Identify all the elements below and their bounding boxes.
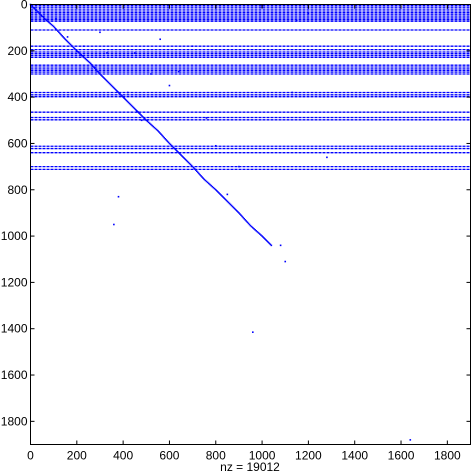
diagonal-point [270, 244, 273, 247]
x-tick-label: 1400 [341, 449, 368, 463]
y-tick-label: 1800 [1, 414, 28, 428]
scatter-point [140, 119, 143, 122]
scatter-point [226, 193, 229, 196]
x-tick-label: 1800 [434, 449, 461, 463]
x-tick-label: 600 [159, 449, 179, 463]
scatter-point [252, 331, 254, 333]
scatter-point [82, 45, 85, 47]
plot-marks [29, 3, 471, 441]
scatter-point [205, 117, 208, 119]
y-tick-label: 0 [21, 0, 28, 12]
y-tick-label: 200 [7, 44, 27, 58]
scatter-point [326, 156, 328, 159]
scatter-point [106, 52, 108, 54]
y-tick-label: 1200 [1, 275, 28, 289]
y-tick-label: 800 [7, 183, 27, 197]
x-tick-label: 1200 [295, 449, 322, 463]
x-tick-label: 0 [27, 449, 34, 463]
x-tick-label: 400 [113, 449, 133, 463]
scatter-point [150, 73, 152, 75]
scatter-point [38, 7, 41, 9]
scatter-point [113, 223, 115, 226]
scatter-point [279, 244, 282, 247]
scatter-point [307, 12, 310, 15]
scatter-point [296, 19, 298, 22]
y-axis: 0 200 400 600 800 1000 1200 1400 1600 1800 [1, 0, 471, 428]
scatter-point [55, 17, 57, 20]
y-tick-label: 1600 [1, 368, 28, 382]
y-tick-label: 1400 [1, 322, 28, 336]
scatter-point [117, 195, 120, 198]
x-tick-label: 1600 [388, 449, 415, 463]
scatter-point [284, 260, 287, 263]
y-tick-label: 400 [7, 90, 27, 104]
scatter-point [126, 91, 129, 94]
scatter-point [409, 439, 412, 441]
y-tick-label: 1000 [1, 229, 28, 243]
scatter-point [214, 144, 217, 147]
x-axis: 0 200 400 600 800 1000 1200 1400 1600 1800 [27, 4, 461, 463]
scatter-point [133, 52, 136, 54]
x-axis-label: nz = 19012 [220, 460, 280, 474]
y-tick-label: 600 [7, 136, 27, 150]
scatter-point [177, 70, 180, 73]
scatter-point [291, 91, 293, 94]
scatter-point [191, 45, 194, 47]
scatter-point [168, 84, 171, 87]
sparsity-plot: 0 200 400 600 800 1000 1200 1400 1600 1800 0 200 40… [1, 0, 471, 474]
scatter-point [66, 36, 69, 38]
scatter-point [99, 31, 101, 34]
x-tick-label: 200 [67, 449, 87, 463]
scatter-point [159, 38, 161, 41]
scatter-point [238, 165, 240, 168]
